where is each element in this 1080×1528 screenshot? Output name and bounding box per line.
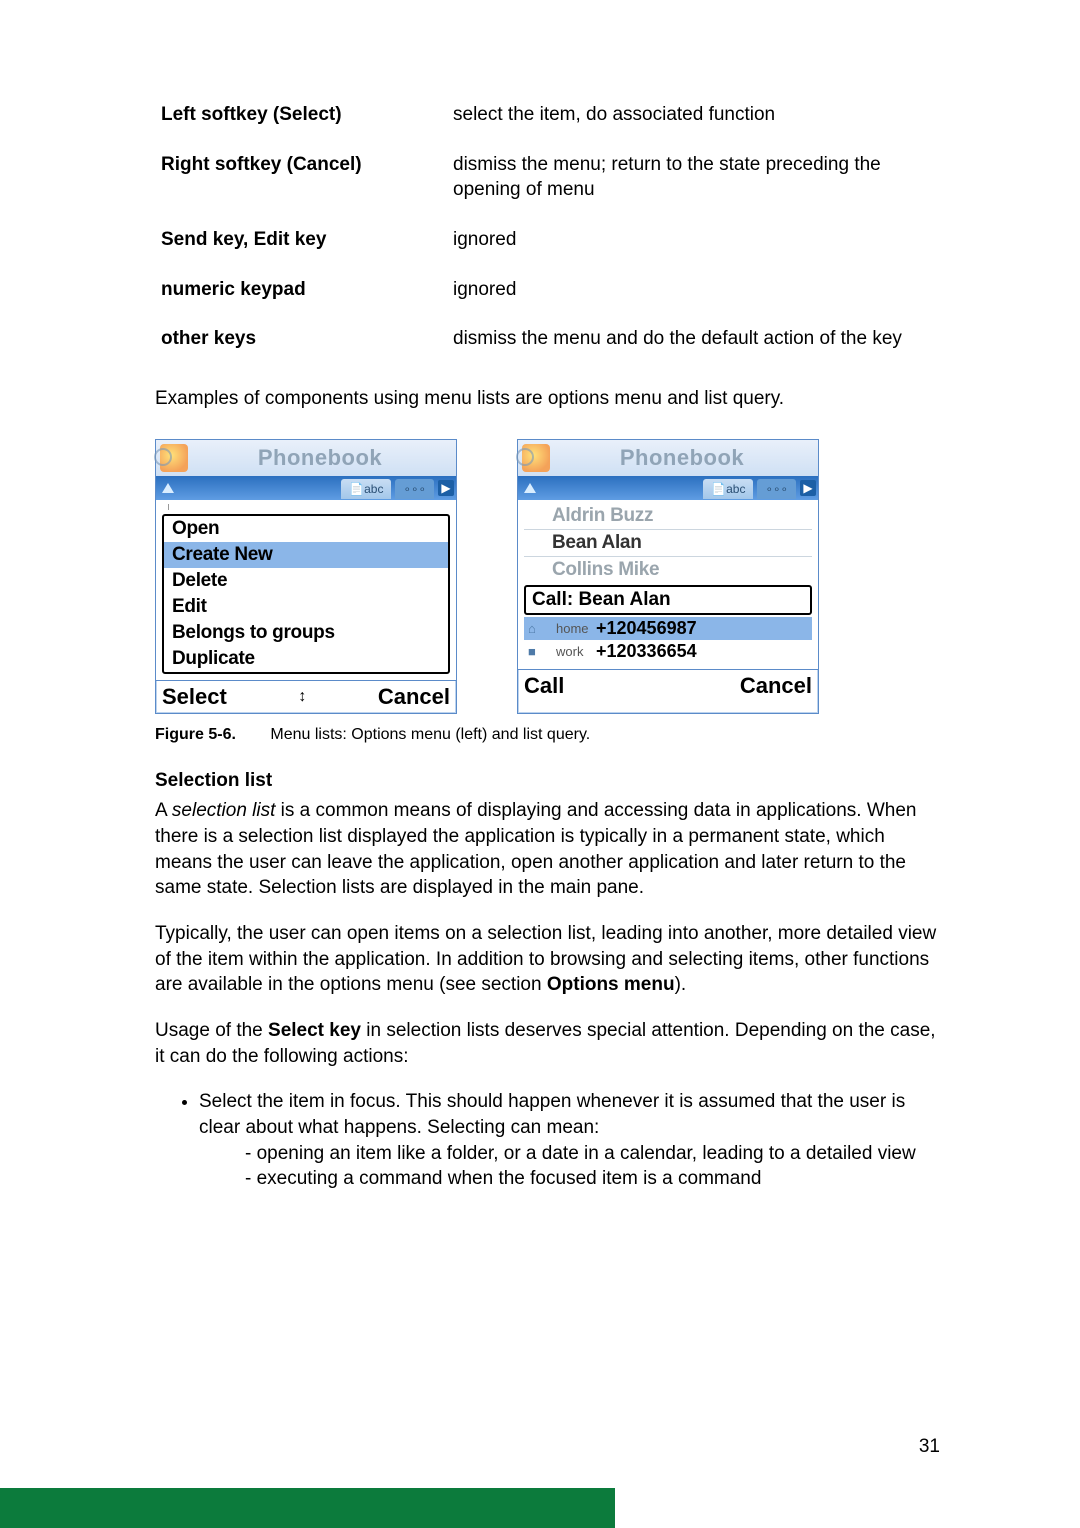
home-icon: ⌂ bbox=[528, 621, 550, 636]
page-number: 31 bbox=[919, 1436, 940, 1458]
number-row-work[interactable]: ■ work +120336654 bbox=[524, 640, 812, 663]
def-val: ignored bbox=[447, 265, 940, 315]
contact-item[interactable]: Bean Alan bbox=[524, 531, 812, 555]
phone-status-bar: 📄 abc ∘∘∘ ▶ bbox=[156, 476, 456, 500]
softkey-bar: Select ↕ Cancel bbox=[156, 680, 456, 713]
figure-number: Figure 5-6. bbox=[155, 726, 236, 743]
number-value: +120456987 bbox=[596, 618, 697, 639]
phone-title: Phonebook bbox=[188, 445, 452, 471]
softkey-select[interactable]: Select bbox=[162, 684, 227, 710]
menu-item-delete[interactable]: Delete bbox=[164, 568, 448, 594]
key-action-table: Left softkey (Select) select the item, d… bbox=[155, 90, 940, 364]
phonebook-icon bbox=[522, 444, 550, 472]
contact-item[interactable]: Aldrin Buzz bbox=[524, 504, 812, 528]
text: A bbox=[155, 800, 172, 821]
text: Usage of the bbox=[155, 1020, 268, 1041]
intro-paragraph: Examples of components using menu lists … bbox=[155, 386, 940, 412]
figure-row: Phonebook 📄 abc ∘∘∘ ▶ Open Create New De… bbox=[155, 439, 940, 714]
phone-options-menu: Phonebook 📄 abc ∘∘∘ ▶ Open Create New De… bbox=[155, 439, 457, 714]
paragraph: Usage of the Select key in selection lis… bbox=[155, 1018, 940, 1069]
menu-item-duplicate[interactable]: Duplicate bbox=[164, 646, 448, 672]
status-tab-label: abc bbox=[726, 482, 745, 496]
phone-header: Phonebook bbox=[156, 440, 456, 476]
status-tab: 📄 abc bbox=[341, 479, 391, 499]
number-label: home bbox=[556, 621, 596, 636]
phone-body: Open Create New Delete Edit Belongs to g… bbox=[156, 500, 456, 680]
def-key: other keys bbox=[155, 314, 447, 364]
softkey-cancel[interactable]: Cancel bbox=[378, 684, 450, 710]
def-val: ignored bbox=[447, 215, 940, 265]
menu-item-edit[interactable]: Edit bbox=[164, 594, 448, 620]
key-name: Select key bbox=[268, 1020, 361, 1041]
sub-item: - opening an item like a folder, or a da… bbox=[245, 1141, 940, 1167]
text: Typically, the user can open items on a … bbox=[155, 923, 936, 995]
phone-status-bar: 📄 abc ∘∘∘ ▶ bbox=[518, 476, 818, 500]
signal-icon bbox=[158, 481, 178, 496]
footer-brand-bar bbox=[0, 1488, 615, 1528]
status-tab-inactive: ∘∘∘ bbox=[757, 479, 796, 499]
arrow-right-icon: ▶ bbox=[438, 480, 454, 496]
bullet-text: Select the item in focus. This should ha… bbox=[199, 1091, 905, 1138]
def-val: dismiss the menu; return to the state pr… bbox=[447, 140, 940, 215]
number-row-home[interactable]: ⌂ home +120456987 bbox=[524, 617, 812, 640]
menu-item-open[interactable]: Open bbox=[164, 516, 448, 542]
softkey-nav-icon[interactable]: ↕ bbox=[298, 688, 306, 706]
menu-item-belongs[interactable]: Belongs to groups bbox=[164, 620, 448, 646]
def-key: Left softkey (Select) bbox=[155, 90, 447, 140]
paragraph: A selection list is a common means of di… bbox=[155, 798, 940, 901]
def-val: dismiss the menu and do the default acti… bbox=[447, 314, 940, 364]
def-key: Send key, Edit key bbox=[155, 215, 447, 265]
def-key: Right softkey (Cancel) bbox=[155, 140, 447, 215]
menu-item-create-new[interactable]: Create New bbox=[164, 542, 448, 568]
figure-caption: Figure 5-6. Menu lists: Options menu (le… bbox=[155, 726, 940, 744]
number-value: +120336654 bbox=[596, 641, 697, 662]
arrow-right-icon: ▶ bbox=[800, 480, 816, 496]
phone-list-query: Phonebook 📄 abc ∘∘∘ ▶ Aldrin Buzz Bean A… bbox=[517, 439, 819, 714]
figure-text: Menu lists: Options menu (left) and list… bbox=[270, 726, 590, 743]
def-val: select the item, do associated function bbox=[447, 90, 940, 140]
phone-header: Phonebook bbox=[518, 440, 818, 476]
status-tab-label: abc bbox=[364, 482, 383, 496]
section-heading: Selection list bbox=[155, 770, 940, 792]
term: selection list bbox=[172, 800, 276, 821]
sub-item: - executing a command when the focused i… bbox=[245, 1166, 940, 1192]
softkey-bar: Call Cancel bbox=[518, 669, 818, 702]
def-key: numeric keypad bbox=[155, 265, 447, 315]
signal-icon bbox=[520, 481, 540, 496]
paragraph: Typically, the user can open items on a … bbox=[155, 921, 940, 998]
status-tab-inactive: ∘∘∘ bbox=[395, 479, 434, 499]
bullet-list: Select the item in focus. This should ha… bbox=[155, 1089, 940, 1192]
contact-item[interactable]: Collins Mike bbox=[524, 558, 812, 582]
work-icon: ■ bbox=[528, 644, 550, 659]
status-tab: 📄 abc bbox=[703, 479, 753, 499]
call-row: Call: Bean Alan bbox=[524, 585, 812, 615]
phone-title: Phonebook bbox=[550, 445, 814, 471]
phonebook-icon bbox=[160, 444, 188, 472]
options-menu-list: Open Create New Delete Edit Belongs to g… bbox=[162, 514, 450, 674]
softkey-call[interactable]: Call bbox=[524, 673, 564, 699]
text: ). bbox=[675, 974, 687, 995]
phone-body: Aldrin Buzz Bean Alan Collins Mike Call:… bbox=[518, 500, 818, 669]
number-label: work bbox=[556, 644, 596, 659]
softkey-cancel[interactable]: Cancel bbox=[740, 673, 812, 699]
bullet-item: Select the item in focus. This should ha… bbox=[199, 1089, 940, 1192]
ref: Options menu bbox=[547, 974, 675, 995]
